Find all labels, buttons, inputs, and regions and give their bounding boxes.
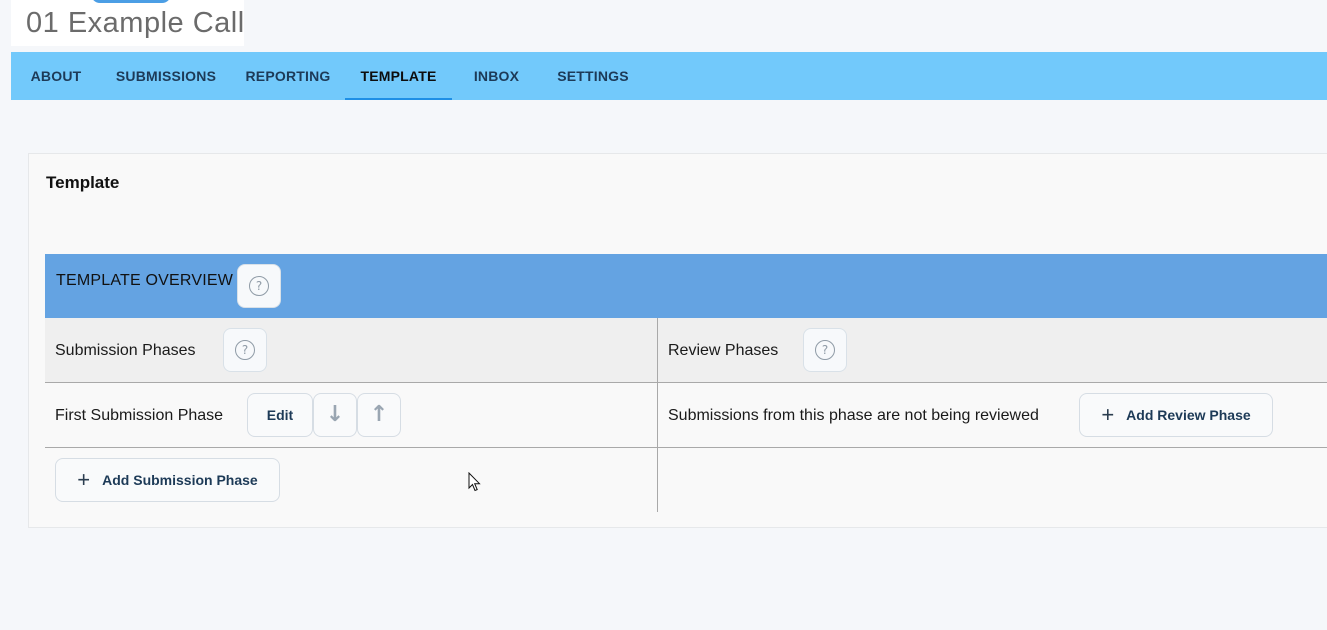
tab-reporting[interactable]: REPORTING <box>231 52 345 100</box>
page: 01 Example Call ABOUT SUBMISSIONS REPORT… <box>0 0 1327 630</box>
tab-template[interactable]: TEMPLATE <box>345 52 452 100</box>
template-overview-label: TEMPLATE OVERVIEW <box>56 272 234 289</box>
submission-phases-help-button[interactable]: ? <box>223 328 267 372</box>
template-card: Template TEMPLATE OVERVIEW ? Submission … <box>28 153 1327 528</box>
add-submission-phase-button[interactable]: + Add Submission Phase <box>55 458 280 502</box>
phase-name: First Submission Phase <box>55 407 224 424</box>
main-nav: ABOUT SUBMISSIONS REPORTING TEMPLATE INB… <box>11 52 1327 100</box>
tab-settings[interactable]: SETTINGS <box>541 52 645 100</box>
arrow-down-icon: ↓ <box>325 402 345 427</box>
mouse-cursor-icon <box>468 472 481 492</box>
column-divider <box>657 318 658 512</box>
edit-phase-button[interactable]: Edit <box>247 393 313 437</box>
phase-header-row: Submission Phases ? Review Phases ? <box>45 318 1327 383</box>
call-title: 01 Example Call <box>26 7 244 39</box>
table-row: First Submission Phase Edit ↓ ↑ Submissi… <box>45 383 1327 448</box>
tab-submissions[interactable]: SUBMISSIONS <box>101 52 231 100</box>
question-circle-icon: ? <box>815 340 835 360</box>
question-circle-icon: ? <box>249 276 269 296</box>
review-status-text: Submissions from this phase are not bein… <box>668 407 1039 424</box>
add-review-phase-button[interactable]: + Add Review Phase <box>1079 393 1273 437</box>
arrow-up-icon: ↑ <box>369 402 389 427</box>
template-overview-bar: TEMPLATE OVERVIEW ? <box>45 254 1327 318</box>
tab-about[interactable]: ABOUT <box>11 52 101 100</box>
logo-sliver <box>91 0 171 3</box>
add-phase-row: + Add Submission Phase <box>45 448 1327 512</box>
call-title-banner: 01 Example Call <box>11 0 244 46</box>
review-phases-heading: Review Phases <box>668 342 779 359</box>
add-submission-phase-label: Add Submission Phase <box>102 472 258 488</box>
move-down-button[interactable]: ↓ <box>313 393 357 437</box>
move-up-button[interactable]: ↑ <box>357 393 401 437</box>
card-title: Template <box>46 173 120 192</box>
overview-help-button[interactable]: ? <box>237 264 281 308</box>
review-phases-help-button[interactable]: ? <box>803 328 847 372</box>
plus-icon: + <box>1101 402 1115 427</box>
submission-phases-heading: Submission Phases <box>55 342 196 359</box>
question-circle-icon: ? <box>235 340 255 360</box>
tab-inbox[interactable]: INBOX <box>452 52 541 100</box>
plus-icon: + <box>77 467 91 492</box>
add-review-phase-label: Add Review Phase <box>1126 407 1251 423</box>
